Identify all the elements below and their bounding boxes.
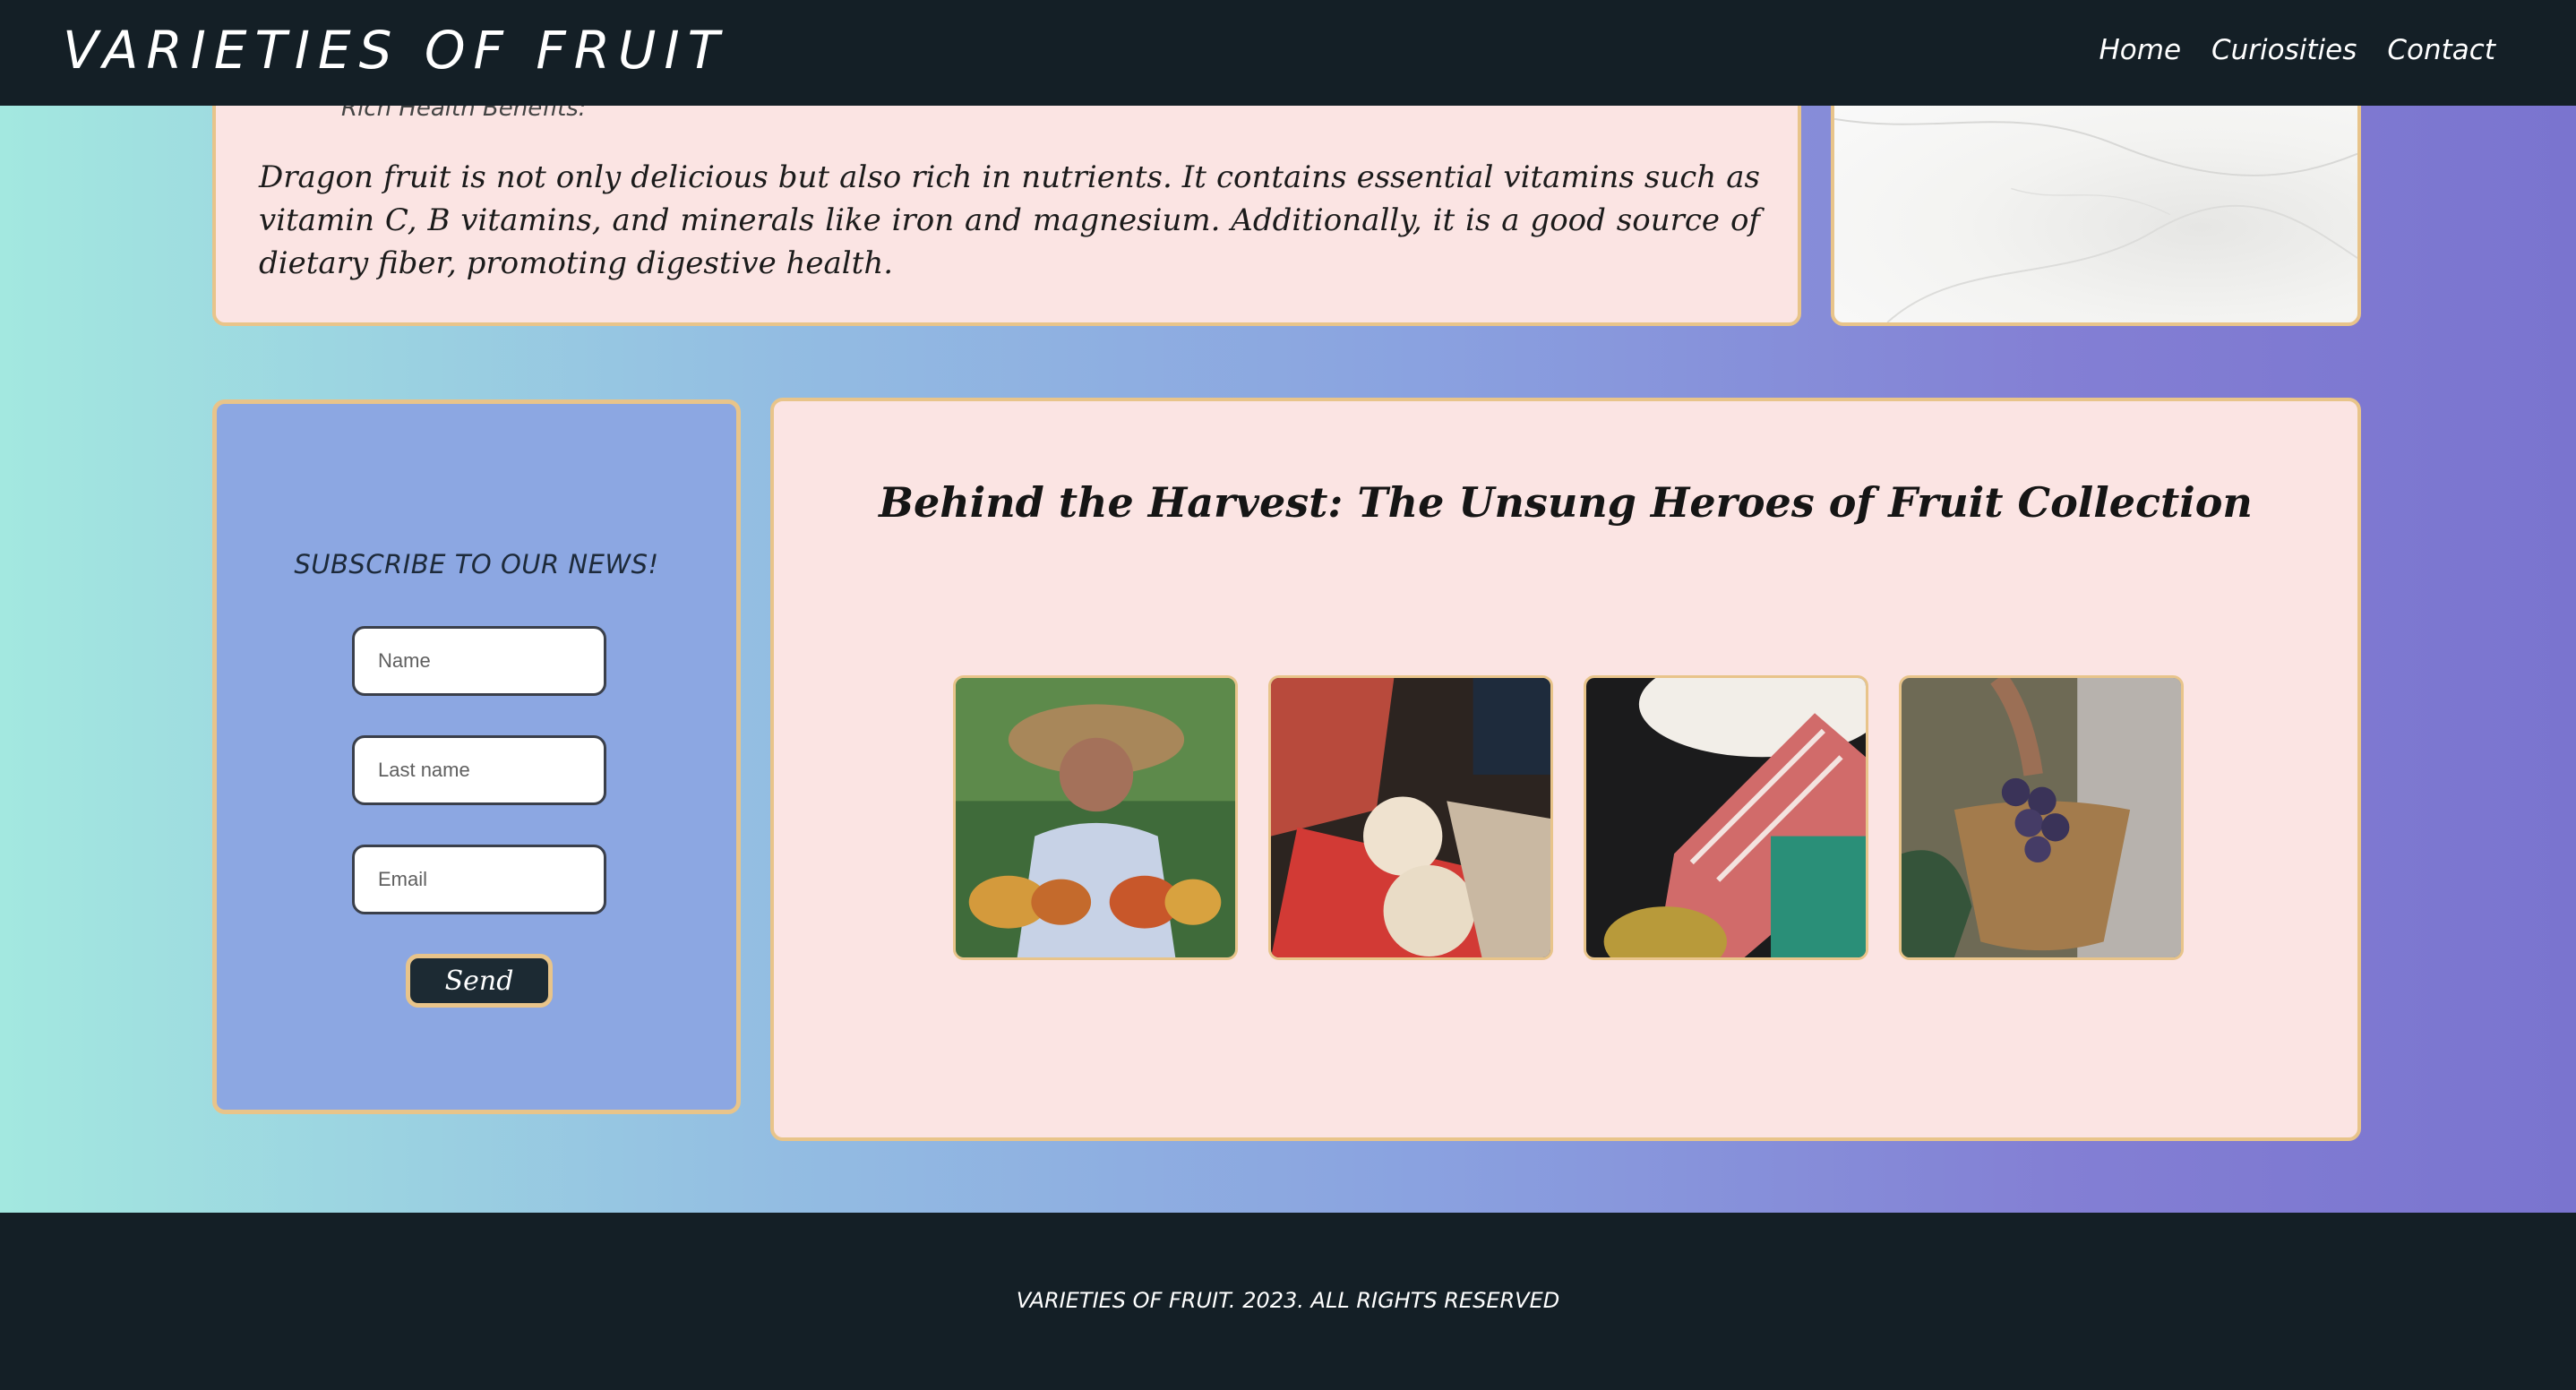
- subscribe-title: SUBSCRIBE TO OUR NEWS!: [294, 549, 659, 579]
- photo-durian-on-market-table[interactable]: [1584, 675, 1868, 960]
- name-input[interactable]: [352, 626, 606, 696]
- email-input[interactable]: [352, 845, 606, 914]
- top-navbar: VARIETIES OF FRUIT Home Curiosities Cont…: [0, 0, 2576, 106]
- photo-basket-of-grapes[interactable]: [1899, 675, 2184, 960]
- send-button[interactable]: Send: [406, 954, 553, 1008]
- photo-woman-holding-papayas[interactable]: [953, 675, 1238, 960]
- footer-copyright: VARIETIES OF FRUIT. 2023. ALL RIGHTS RES…: [1016, 1288, 1560, 1313]
- harvest-gallery: [953, 675, 2184, 960]
- nav-curiosities-link[interactable]: Curiosities: [2211, 34, 2357, 66]
- site-brand[interactable]: VARIETIES OF FRUIT: [63, 20, 727, 81]
- last-name-input[interactable]: [352, 735, 606, 805]
- main-nav: Home Curiosities Contact: [2099, 34, 2495, 66]
- marble-image: [1831, 81, 2361, 326]
- nav-contact-link[interactable]: Contact: [2387, 34, 2495, 66]
- harvest-card: Behind the Harvest: The Unsung Heroes of…: [770, 398, 2361, 1141]
- harvest-title: Behind the Harvest: The Unsung Heroes of…: [879, 478, 2253, 527]
- subscribe-card: SUBSCRIBE TO OUR NEWS! Send: [212, 399, 741, 1114]
- info-paragraph: Dragon fruit is not only delicious but a…: [259, 159, 1760, 281]
- dragon-fruit-info-card: Rich Health Benefits: Dragon fruit is no…: [212, 81, 1801, 326]
- nav-home-link[interactable]: Home: [2099, 34, 2181, 66]
- page-footer: VARIETIES OF FRUIT. 2023. ALL RIGHTS RES…: [0, 1213, 2576, 1390]
- photo-hands-cutting-coconut[interactable]: [1268, 675, 1553, 960]
